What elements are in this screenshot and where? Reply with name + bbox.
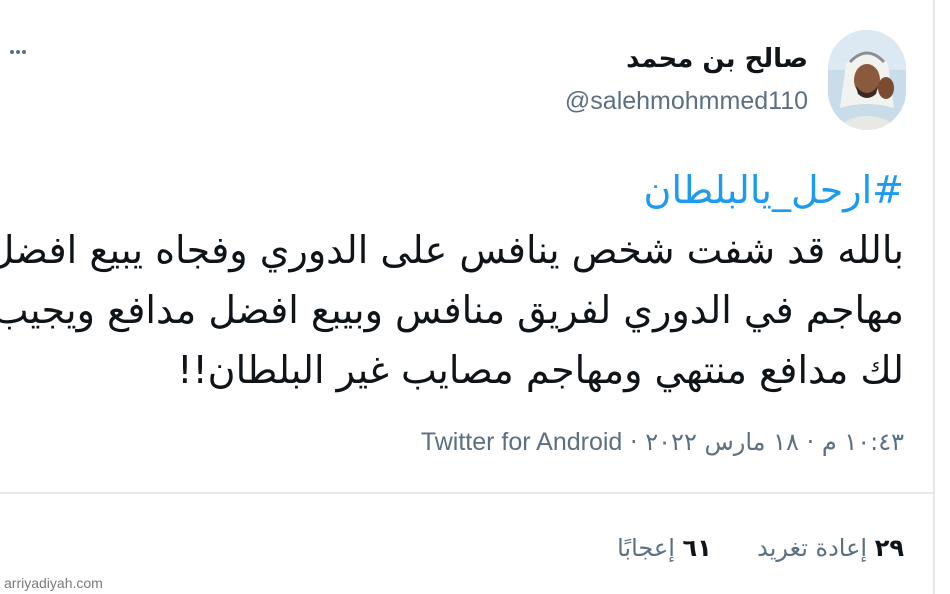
tweet-line-3: لك مدافع منتهي ومهاجم مصايب غير البلطان!… (177, 348, 904, 392)
divider (0, 492, 933, 494)
tweet-line-1: بالله قد شفت شخص ينافس على الدوري وفجاه … (0, 228, 904, 272)
meta-separator: · (629, 428, 638, 456)
profile-avatar[interactable] (828, 30, 906, 130)
timeline-border (933, 0, 935, 594)
tweet-meta: ١٠:٤٣ م · ١٨ مارس ٢٠٢٢ · Twitter for And… (421, 422, 904, 462)
user-handle[interactable]: @salehmohmmed110 (565, 86, 808, 116)
retweets-label: إعادة تغريد (757, 534, 868, 562)
likes-stat[interactable]: ٦١ إعجابًا (617, 530, 712, 566)
hashtag-link[interactable]: #ارحل_يالبلطان (19, 160, 904, 220)
tweet-stats: ٢٩ إعادة تغريد ٦١ إعجابًا (617, 530, 904, 566)
source-watermark: arriyadiyah.com (4, 575, 103, 591)
tweet-time[interactable]: ١٠:٤٣ م (822, 428, 904, 456)
meta-separator: · (806, 428, 815, 456)
likes-count: ٦١ (682, 534, 712, 562)
tweet-text: #ارحل_يالبلطان بالله قد شفت شخص ينافس عل… (0, 160, 904, 400)
retweets-count: ٢٩ (874, 534, 904, 562)
retweets-stat[interactable]: ٢٩ إعادة تغريد (757, 530, 904, 566)
likes-label: إعجابًا (617, 534, 675, 562)
display-name[interactable]: صالح بن محمد (626, 42, 808, 76)
more-options-icon[interactable] (8, 42, 28, 62)
tweet-date[interactable]: ١٨ مارس ٢٠٢٢ (645, 428, 799, 456)
tweet-source[interactable]: Twitter for Android (421, 428, 622, 456)
tweet-card: صالح بن محمد @salehmohmmed110 #ارحل_يالب… (0, 0, 950, 594)
tweet-line-2: مهاجم في الدوري لفريق منافس وبيبع افضل م… (0, 288, 904, 332)
